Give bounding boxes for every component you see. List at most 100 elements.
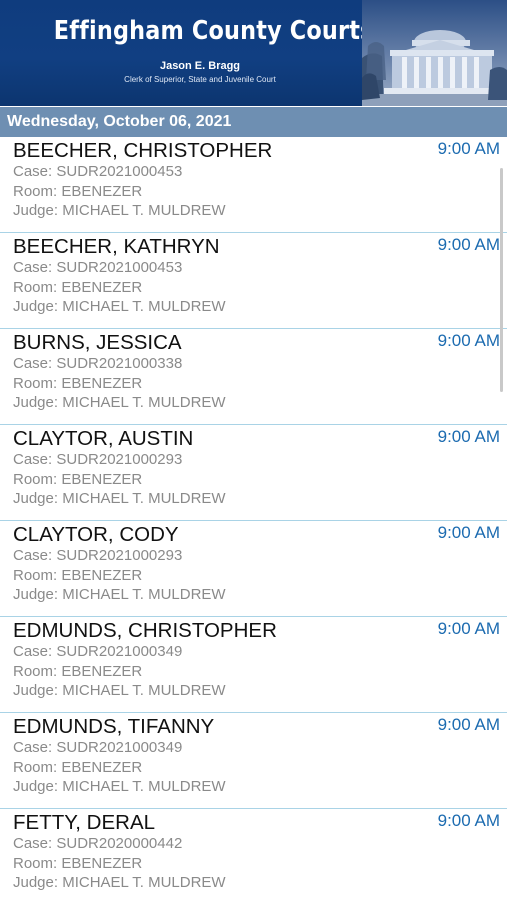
- defendant-name: EDMUNDS, TIFANNY: [13, 715, 215, 738]
- case-line: Case: SUDR2021000293: [13, 451, 182, 468]
- judge-line: Judge: MICHAEL T. MULDREW: [13, 202, 226, 219]
- room-label: Room:: [13, 854, 58, 872]
- case-label: Case:: [13, 739, 53, 756]
- list-item[interactable]: CLAYTOR, AUSTIN 9:00 AM Case: SUDR202100…: [0, 425, 507, 521]
- list-item[interactable]: BEECHER, KATHRYN 9:00 AM Case: SUDR20210…: [0, 233, 507, 329]
- room-line: Room: EBENEZER: [13, 567, 142, 584]
- room-value: EBENEZER: [61, 470, 143, 488]
- calendar-list[interactable]: BEECHER, CHRISTOPHER 9:00 AM Case: SUDR2…: [0, 137, 507, 904]
- judge-label: Judge:: [13, 490, 59, 507]
- judge-line: Judge: MICHAEL T. MULDREW: [13, 682, 226, 699]
- case-label: Case:: [13, 451, 53, 468]
- defendant-name: BEECHER, KATHRYN: [13, 235, 220, 258]
- room-value: EBENEZER: [61, 374, 143, 392]
- judge-value: MICHAEL T. MULDREW: [62, 394, 226, 411]
- case-line: Case: SUDR2021000453: [13, 163, 182, 180]
- judge-value: MICHAEL T. MULDREW: [62, 490, 226, 507]
- case-label: Case:: [13, 547, 53, 564]
- case-number: SUDR2021000293: [56, 451, 183, 468]
- defendant-name: BEECHER, CHRISTOPHER: [13, 139, 273, 162]
- defendant-name: EDMUNDS, CHRISTOPHER: [13, 619, 277, 642]
- room-line: Room: EBENEZER: [13, 375, 142, 392]
- judge-line: Judge: MICHAEL T. MULDREW: [13, 298, 226, 315]
- room-value: EBENEZER: [61, 566, 143, 584]
- defendant-name: CLAYTOR, CODY: [13, 523, 179, 546]
- case-line: Case: SUDR2021000349: [13, 643, 182, 660]
- page-title: Effingham County Courts: [53, 16, 374, 46]
- case-number: SUDR2021000338: [56, 355, 183, 372]
- judge-value: MICHAEL T. MULDREW: [62, 298, 226, 315]
- room-value: EBENEZER: [61, 182, 143, 200]
- judge-line: Judge: MICHAEL T. MULDREW: [13, 778, 226, 795]
- judge-line: Judge: MICHAEL T. MULDREW: [13, 874, 226, 891]
- room-label: Room:: [13, 278, 58, 296]
- room-label: Room:: [13, 662, 58, 680]
- room-value: EBENEZER: [61, 278, 143, 296]
- case-number: SUDR2021000349: [56, 643, 183, 660]
- judge-value: MICHAEL T. MULDREW: [62, 778, 226, 795]
- clerk-title: Clerk of Superior, State and Juvenile Co…: [124, 75, 276, 84]
- hearing-time: 9:00 AM: [437, 427, 500, 446]
- header-text: Effingham County Courts Jason E. Bragg C…: [30, 0, 374, 106]
- courthouse-image: [362, 0, 507, 106]
- room-line: Room: EBENEZER: [13, 855, 142, 872]
- judge-label: Judge:: [13, 682, 59, 699]
- judge-label: Judge:: [13, 394, 59, 411]
- room-value: EBENEZER: [61, 758, 143, 776]
- defendant-name: CLAYTOR, AUSTIN: [13, 427, 194, 450]
- room-label: Room:: [13, 758, 58, 776]
- case-label: Case:: [13, 835, 53, 852]
- room-value: EBENEZER: [61, 662, 143, 680]
- case-label: Case:: [13, 643, 53, 660]
- list-item[interactable]: CLAYTOR, CODY 9:00 AM Case: SUDR20210002…: [0, 521, 507, 617]
- case-number: SUDR2021000453: [56, 259, 183, 276]
- hearing-time: 9:00 AM: [437, 331, 500, 350]
- defendant-name: FETTY, DERAL: [13, 811, 156, 834]
- list-item[interactable]: BURNS, JESSICA 9:00 AM Case: SUDR2021000…: [0, 329, 507, 425]
- hearing-time: 9:00 AM: [437, 619, 500, 638]
- room-value: EBENEZER: [61, 854, 143, 872]
- case-number: SUDR2020000442: [56, 835, 183, 852]
- hearing-time: 9:00 AM: [437, 715, 500, 734]
- room-label: Room:: [13, 470, 58, 488]
- case-line: Case: SUDR2021000453: [13, 259, 182, 276]
- hearing-time: 9:00 AM: [437, 811, 500, 830]
- hearing-time: 9:00 AM: [437, 139, 500, 158]
- scrollbar[interactable]: [500, 168, 503, 392]
- room-line: Room: EBENEZER: [13, 663, 142, 680]
- defendant-name: BURNS, JESSICA: [13, 331, 182, 354]
- list-item[interactable]: FETTY, DERAL 9:00 AM Case: SUDR202000044…: [0, 809, 507, 904]
- case-label: Case:: [13, 355, 53, 372]
- judge-label: Judge:: [13, 778, 59, 795]
- list-item[interactable]: EDMUNDS, TIFANNY 9:00 AM Case: SUDR20210…: [0, 713, 507, 809]
- clerk-name: Jason E. Bragg: [159, 60, 241, 72]
- header-banner: Effingham County Courts Jason E. Bragg C…: [0, 0, 507, 106]
- room-line: Room: EBENEZER: [13, 279, 142, 296]
- room-label: Room:: [13, 566, 58, 584]
- judge-label: Judge:: [13, 586, 59, 603]
- case-label: Case:: [13, 163, 53, 180]
- case-label: Case:: [13, 259, 53, 276]
- hearing-time: 9:00 AM: [437, 235, 500, 254]
- judge-value: MICHAEL T. MULDREW: [62, 202, 226, 219]
- date-label: Wednesday, October 06, 2021: [7, 113, 232, 130]
- room-label: Room:: [13, 374, 58, 392]
- case-line: Case: SUDR2021000349: [13, 739, 182, 756]
- judge-value: MICHAEL T. MULDREW: [62, 682, 226, 699]
- list-item[interactable]: BEECHER, CHRISTOPHER 9:00 AM Case: SUDR2…: [0, 137, 507, 233]
- judge-line: Judge: MICHAEL T. MULDREW: [13, 394, 226, 411]
- date-header: Wednesday, October 06, 2021: [0, 107, 507, 137]
- hearing-time: 9:00 AM: [437, 523, 500, 542]
- judge-value: MICHAEL T. MULDREW: [62, 586, 226, 603]
- case-number: SUDR2021000453: [56, 163, 183, 180]
- case-line: Case: SUDR2021000338: [13, 355, 182, 372]
- case-line: Case: SUDR2021000293: [13, 547, 182, 564]
- list-item[interactable]: EDMUNDS, CHRISTOPHER 9:00 AM Case: SUDR2…: [0, 617, 507, 713]
- room-line: Room: EBENEZER: [13, 759, 142, 776]
- judge-label: Judge:: [13, 202, 59, 219]
- case-number: SUDR2021000349: [56, 739, 183, 756]
- case-number: SUDR2021000293: [56, 547, 183, 564]
- case-line: Case: SUDR2020000442: [13, 835, 182, 852]
- judge-line: Judge: MICHAEL T. MULDREW: [13, 490, 226, 507]
- judge-value: MICHAEL T. MULDREW: [62, 874, 226, 891]
